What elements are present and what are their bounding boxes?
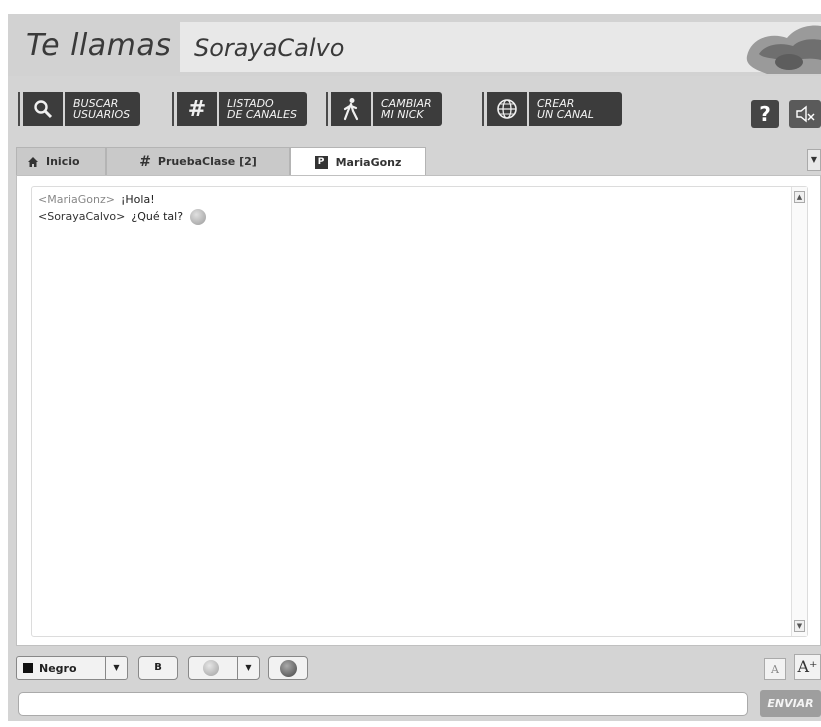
formatting-bar: Negro ▼ B ▼ A A⁺ xyxy=(8,654,821,684)
help-button[interactable]: ? xyxy=(751,100,779,128)
create-channel-button[interactable]: CREAR UN CANAL xyxy=(482,92,622,126)
scroll-up-arrow-icon[interactable]: ▲ xyxy=(794,191,805,203)
nick-prompt-label: Te llamas xyxy=(26,28,172,63)
create-channel-label-2: UN CANAL xyxy=(537,108,594,121)
hash-icon: # xyxy=(139,153,151,170)
message-list: <MariaGonz> ¡Hola! <SorayaCalvo> ¿Qué tal? xyxy=(38,191,206,225)
chat-scrollbar[interactable]: ▲ ▼ xyxy=(791,187,807,636)
insert-image-button[interactable] xyxy=(268,656,308,680)
bold-button[interactable]: B xyxy=(138,656,178,680)
tab-mariagonz-label: MariaGonz xyxy=(335,155,402,169)
message-input-row: ENVIAR xyxy=(8,690,821,717)
smiley-icon xyxy=(203,660,219,676)
chat-log[interactable]: <MariaGonz> ¡Hola! <SorayaCalvo> ¿Qué tal?… xyxy=(31,186,808,637)
message-nick: <MariaGonz> xyxy=(38,193,115,206)
globe-icon xyxy=(487,92,527,126)
text-color-label: Negro xyxy=(39,661,77,675)
nick-display: SorayaCalvo xyxy=(180,22,821,72)
hash-icon: # xyxy=(187,96,207,122)
search-users-button[interactable]: BUSCAR USUARIOS xyxy=(18,92,141,126)
color-swatch xyxy=(23,663,33,673)
tab-inicio-label: Inicio xyxy=(46,155,80,168)
scroll-down-arrow-icon[interactable]: ▼ xyxy=(794,620,805,632)
smiley-icon xyxy=(189,209,206,225)
search-users-label-2: USUARIOS xyxy=(73,108,131,121)
header: Te llamas SorayaCalvo xyxy=(8,14,821,76)
channel-list-label-2: DE CANALES xyxy=(227,108,297,121)
change-nick-button[interactable]: CAMBIAR MI NICK xyxy=(326,92,442,126)
message-text: ¿Qué tal? xyxy=(131,210,184,223)
send-button[interactable]: ENVIAR xyxy=(760,690,821,717)
increase-font-button[interactable]: A⁺ xyxy=(794,654,821,680)
message-nick: <SorayaCalvo> xyxy=(38,210,126,223)
decrease-font-button[interactable]: A xyxy=(764,658,786,680)
tab-pruebaclase-label: PruebaClase [2] xyxy=(157,155,257,168)
walking-person-icon xyxy=(331,92,371,126)
main-toolbar: BUSCAR USUARIOS # LISTADO DE CANALES CAM… xyxy=(8,92,821,132)
channel-tabs: Inicio # PruebaClase [2] P MariaGonz ▼ xyxy=(16,147,821,176)
chevron-down-icon: ▼ xyxy=(105,657,127,679)
message-text: ¡Hola! xyxy=(120,193,155,206)
chat-message: <MariaGonz> ¡Hola! xyxy=(38,191,206,208)
search-icon xyxy=(23,92,63,126)
speaker-muted-icon xyxy=(796,105,815,123)
chat-app: Te llamas SorayaCalvo BUSCAR USUARIOS # … xyxy=(8,14,821,721)
current-nick: SorayaCalvo xyxy=(194,34,345,62)
text-color-select[interactable]: Negro ▼ xyxy=(16,656,128,680)
logo-icon xyxy=(737,16,821,74)
emoticon-select[interactable]: ▼ xyxy=(188,656,260,680)
message-input[interactable] xyxy=(18,692,748,716)
image-icon xyxy=(280,660,297,677)
mute-button[interactable] xyxy=(789,100,821,128)
change-nick-label-2: MI NICK xyxy=(381,108,424,121)
private-badge-icon: P xyxy=(314,155,328,169)
tabs-dropdown-button[interactable]: ▼ xyxy=(807,149,821,171)
tab-mariagonz[interactable]: P MariaGonz xyxy=(290,147,426,176)
home-icon xyxy=(27,156,39,168)
chat-panel: <MariaGonz> ¡Hola! <SorayaCalvo> ¿Qué tal?… xyxy=(16,175,821,646)
tab-pruebaclase[interactable]: # PruebaClase [2] xyxy=(106,147,290,175)
chat-message: <SorayaCalvo> ¿Qué tal? xyxy=(38,208,206,225)
channel-list-button[interactable]: # LISTADO DE CANALES xyxy=(172,92,307,126)
chevron-down-icon: ▼ xyxy=(237,657,259,679)
tab-inicio[interactable]: Inicio xyxy=(16,147,106,175)
